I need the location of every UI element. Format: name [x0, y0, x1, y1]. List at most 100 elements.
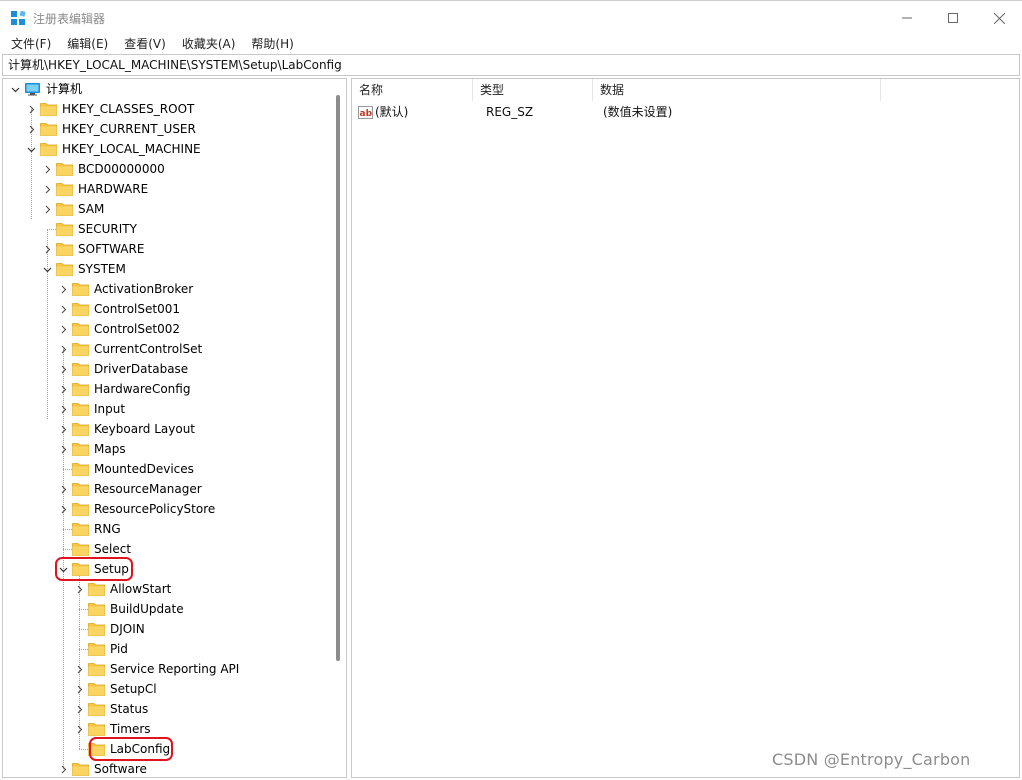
tree-item-keyboard-layout[interactable]: Keyboard Layout	[57, 419, 195, 439]
chevron-right-icon[interactable]	[73, 719, 85, 739]
tree-item-controlset001[interactable]: ControlSet001	[57, 299, 180, 319]
tree-item-controlset002[interactable]: ControlSet002	[57, 319, 180, 339]
menu-file[interactable]: 文件(F)	[3, 34, 59, 54]
chevron-right-icon[interactable]	[57, 759, 69, 777]
tree-item-bcd00000000[interactable]: BCD00000000	[41, 159, 165, 179]
tree-item-hardwareconfig[interactable]: HardwareConfig	[57, 379, 190, 399]
chevron-down-icon[interactable]	[25, 139, 37, 159]
tree-item-pid[interactable]: Pid	[73, 639, 128, 659]
chevron-right-icon[interactable]	[57, 339, 69, 359]
close-button[interactable]	[976, 1, 1022, 35]
tree-item-software[interactable]: SOFTWARE	[41, 239, 144, 259]
folder-icon	[72, 443, 89, 456]
column-name[interactable]: 名称	[352, 79, 473, 101]
tree-item-label: HardwareConfig	[94, 382, 191, 396]
folder-icon	[56, 183, 73, 196]
tree-item-allowstart[interactable]: AllowStart	[73, 579, 171, 599]
chevron-right-icon[interactable]	[57, 379, 69, 399]
tree-item-hkey-local-machine[interactable]: HKEY_LOCAL_MACHINE	[25, 139, 201, 159]
column-type[interactable]: 类型	[473, 79, 593, 101]
chevron-right-icon[interactable]	[73, 679, 85, 699]
chevron-right-icon[interactable]	[25, 99, 37, 119]
chevron-right-icon[interactable]	[41, 159, 53, 179]
tree-pane[interactable]: 计算机 HKEY_CLASSES_ROOT HKEY_CURRENT_USER HK…	[2, 78, 347, 778]
chevron-right-icon[interactable]	[57, 299, 69, 319]
chevron-right-icon[interactable]	[41, 179, 53, 199]
tree-item-activationbroker[interactable]: ActivationBroker	[57, 279, 193, 299]
folder-icon	[88, 583, 105, 596]
tree-item-rng[interactable]: RNG	[57, 519, 121, 539]
tree-item-djoin[interactable]: DJOIN	[73, 619, 145, 639]
menu-favorites[interactable]: 收藏夹(A)	[174, 34, 244, 54]
tree-item-select[interactable]: Select	[57, 539, 131, 559]
chevron-right-icon[interactable]	[57, 399, 69, 419]
chevron-right-icon[interactable]	[57, 279, 69, 299]
svg-text:ab: ab	[360, 109, 373, 119]
values-header: 名称 类型 数据	[352, 79, 882, 101]
menu-help[interactable]: 帮助(H)	[243, 34, 301, 54]
tree-item-service-reporting-api[interactable]: Service Reporting API	[73, 659, 239, 679]
tree-item-label: Keyboard Layout	[94, 422, 196, 436]
values-pane[interactable]: 名称 类型 数据 ab (默认) REG_SZ (数值未设置)	[351, 78, 1020, 778]
folder-icon	[40, 123, 57, 136]
tree-item-input[interactable]: Input	[57, 399, 125, 419]
tree-item-computer[interactable]: 计算机	[9, 79, 82, 99]
menu-view[interactable]: 查看(V)	[116, 34, 174, 54]
address-bar[interactable]: 计算机\HKEY_LOCAL_MACHINE\SYSTEM\Setup\LabC…	[2, 54, 1020, 76]
chevron-right-icon[interactable]	[73, 579, 85, 599]
tree-item-label: Input	[94, 402, 126, 416]
tree-item-setupcl[interactable]: SetupCl	[73, 679, 157, 699]
chevron-right-icon[interactable]	[41, 199, 53, 219]
chevron-down-icon[interactable]	[9, 79, 21, 99]
folder-icon	[88, 723, 105, 736]
folder-icon	[72, 543, 89, 556]
chevron-right-icon[interactable]	[57, 439, 69, 459]
minimize-button[interactable]	[884, 1, 930, 35]
chevron-right-icon[interactable]	[73, 699, 85, 719]
chevron-right-icon[interactable]	[73, 659, 85, 679]
menu-edit[interactable]: 编辑(E)	[59, 34, 116, 54]
maximize-button[interactable]	[930, 1, 976, 35]
computer-icon	[25, 83, 40, 96]
tree-item-maps[interactable]: Maps	[57, 439, 126, 459]
chevron-right-icon[interactable]	[57, 319, 69, 339]
chevron-right-icon[interactable]	[57, 359, 69, 379]
tree-item-resourcemanager[interactable]: ResourceManager	[57, 479, 202, 499]
chevron-down-icon[interactable]	[41, 259, 53, 279]
folder-icon	[72, 303, 89, 316]
column-data[interactable]: 数据	[593, 79, 881, 101]
tree-item-label: CurrentControlSet	[94, 342, 203, 356]
tree-item-buildupdate[interactable]: BuildUpdate	[73, 599, 184, 619]
chevron-right-icon[interactable]	[57, 499, 69, 519]
tree-item-status[interactable]: Status	[73, 699, 148, 719]
tree-item-mounteddevices[interactable]: MountedDevices	[57, 459, 194, 479]
folder-icon	[72, 423, 89, 436]
tree-item-timers[interactable]: Timers	[73, 719, 151, 739]
tree-item-currentcontrolset[interactable]: CurrentControlSet	[57, 339, 202, 359]
tree-item-security[interactable]: SECURITY	[41, 219, 137, 239]
tree-item-label: SYSTEM	[78, 262, 126, 276]
tree-item-hkey-current-user[interactable]: HKEY_CURRENT_USER	[25, 119, 196, 139]
tree-item-hardware[interactable]: HARDWARE	[41, 179, 148, 199]
chevron-right-icon[interactable]	[25, 119, 37, 139]
tree-item-system[interactable]: SYSTEM	[41, 259, 126, 279]
chevron-right-icon[interactable]	[41, 239, 53, 259]
tree-item-resourcepolicystore[interactable]: ResourcePolicyStore	[57, 499, 215, 519]
folder-icon	[72, 363, 89, 376]
value-data: (数值未设置)	[603, 105, 673, 119]
tree-item-hkey-classes-root[interactable]: HKEY_CLASSES_ROOT	[25, 99, 194, 119]
chevron-right-icon[interactable]	[57, 479, 69, 499]
tree-item-label: DJOIN	[110, 622, 145, 636]
folder-icon	[72, 503, 89, 516]
tree-item-driverdatabase[interactable]: DriverDatabase	[57, 359, 188, 379]
tree-item-label: BCD00000000	[78, 162, 165, 176]
chevron-right-icon[interactable]	[57, 419, 69, 439]
tree-item-software[interactable]: Software	[57, 759, 147, 777]
value-row[interactable]: ab (默认) REG_SZ (数值未设置)	[352, 102, 672, 122]
folder-icon	[72, 463, 89, 476]
tree-scrollbar[interactable]	[336, 95, 340, 661]
tree-item-sam[interactable]: SAM	[41, 199, 104, 219]
